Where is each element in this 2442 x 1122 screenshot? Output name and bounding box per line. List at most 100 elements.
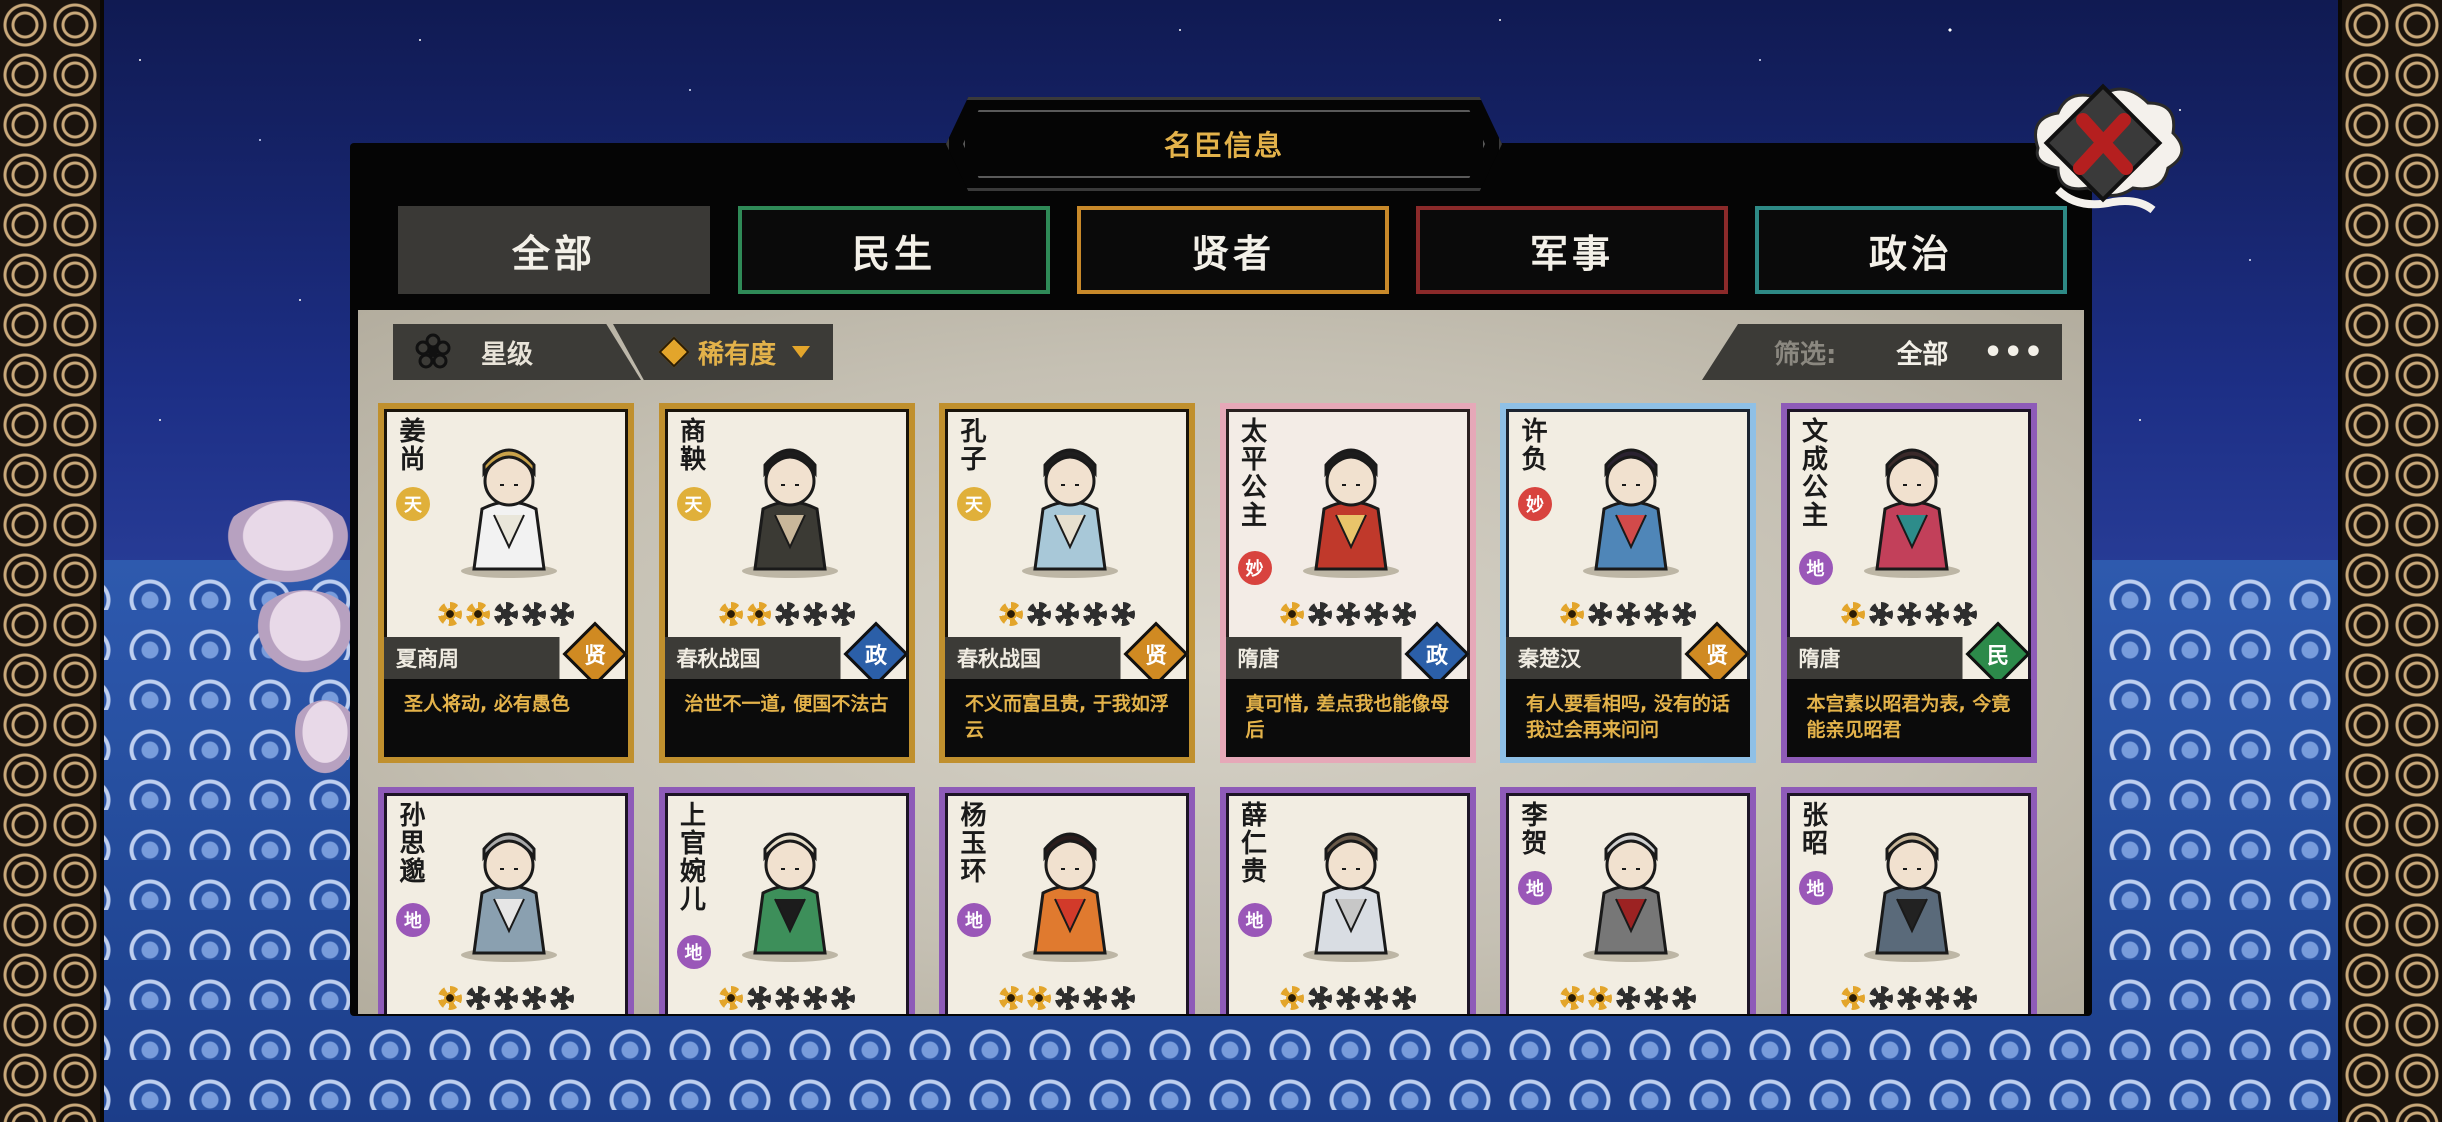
star-empty-icon [1896,986,1921,1010]
star-empty-icon [1672,986,1696,1010]
minister-card[interactable]: 杨玉环地 [939,787,1195,1014]
close-icon [2034,83,2184,214]
decorative-border-right [2338,0,2442,1122]
star-empty-icon [1083,986,1107,1010]
sort-by-star-button[interactable]: 星级 [393,324,641,380]
minister-name: 杨玉环 [956,801,986,885]
star-rating [384,602,628,626]
star-rating [384,986,628,1010]
star-filled-icon [438,986,462,1010]
minister-name: 薛仁贵 [1236,801,1267,885]
minister-quote: 圣人将动, 必有愚色 [384,679,628,757]
rarity-badge: 地 [676,935,711,969]
star-empty-icon [1868,986,1893,1010]
star-empty-icon [550,986,574,1010]
star-filled-icon [466,602,490,626]
star-empty-icon [1672,602,1696,626]
rarity-badge: 妙 [1518,487,1552,521]
star-empty-icon [1307,986,1332,1010]
star-empty-icon [802,986,827,1010]
star-empty-icon [1363,602,1388,626]
floating-island [218,500,358,590]
minister-name: 许负 [1517,417,1547,473]
minister-card[interactable]: 商鞅天春秋战国政治世不一道, 便国不法古 [658,403,915,763]
more-icon[interactable]: ••• [1983,335,2044,370]
tab-all[interactable]: 全部 [398,206,710,294]
rarity-badge: 地 [1798,551,1833,585]
rarity-badge: 地 [396,903,430,937]
star-rating [1787,602,2031,626]
tab-livelihood[interactable]: 民生 [738,206,1050,294]
minister-name: 孙思邈 [395,801,425,885]
minister-portrait [1022,448,1118,578]
minister-card[interactable]: 孔子天春秋战国贤不义而富且贵, 于我如浮云 [939,403,1195,763]
minister-quote: 真可惜, 差点我也能像母后 [1225,679,1470,757]
star-empty-icon [774,602,799,626]
minister-card[interactable]: 太平公主妙隋唐政真可惜, 差点我也能像母后 [1219,403,1476,763]
minister-portrait [1863,448,1960,578]
minister-card[interactable]: 许负妙秦楚汉贤有人要看相吗, 没有的话我过会再来问问 [1500,403,1756,763]
minister-name: 张昭 [1797,801,1828,857]
tab-military[interactable]: 军事 [1416,206,1728,294]
star-empty-icon [1924,986,1949,1010]
minister-card[interactable]: 上官婉儿地 [658,787,915,1014]
star-filled-icon [999,986,1023,1010]
minister-card[interactable]: 文成公主地隋唐民本宫素以昭君为表, 今竟能亲见昭君 [1780,403,2037,763]
minister-portrait [1863,832,1960,962]
minister-portrait [1583,448,1679,578]
star-filled-icon [746,602,771,626]
minister-portrait [1583,832,1679,962]
tab-label: 政治 [1868,231,1953,276]
minister-quote: 本宫素以昭君为表, 今竟能亲见昭君 [1786,679,2031,757]
minister-card[interactable]: 李贺地 [1500,787,1756,1014]
minister-card[interactable]: 孙思邈地 [378,787,634,1014]
star-empty-icon [1952,986,1977,1010]
filter-bar[interactable]: 筛选: 全部 ••• [1702,324,2062,380]
rarity-badge: 天 [957,487,991,521]
tab-sage[interactable]: 贤者 [1077,206,1389,294]
star-empty-icon [1055,986,1079,1010]
star-empty-icon [1616,986,1640,1010]
minister-card[interactable]: 姜尚天夏商周贤圣人将动, 必有愚色 [378,403,634,763]
star-empty-icon [1111,602,1135,626]
star-empty-icon [830,602,855,626]
star-filled-icon [1840,602,1865,626]
star-empty-icon [522,986,546,1010]
tab-politics[interactable]: 政治 [1755,206,2067,294]
sort-star-label: 星级 [481,339,534,370]
star-filled-icon [1560,602,1584,626]
minister-card[interactable]: 张昭地 [1780,787,2037,1014]
star-empty-icon [746,986,771,1010]
star-filled-icon [1027,986,1051,1010]
star-rating [1226,986,1470,1010]
minister-card[interactable]: 薛仁贵地 [1219,787,1476,1014]
star-rating [1506,986,1750,1010]
star-filled-icon [999,602,1023,626]
rarity-badge: 妙 [1237,551,1272,585]
flower-icon [415,333,451,369]
star-filled-icon [1560,986,1584,1010]
chevron-down-icon [792,346,811,358]
star-empty-icon [1952,602,1977,626]
minister-name: 李贺 [1517,801,1547,857]
star-empty-icon [1335,602,1360,626]
star-rating [945,986,1189,1010]
star-empty-icon [1335,986,1360,1010]
close-button[interactable] [2018,78,2188,218]
sort-by-rarity-button[interactable]: 稀有度 [613,324,833,380]
title-plate: 名臣信息 [946,97,1502,191]
star-filled-icon [1840,986,1865,1010]
star-empty-icon [1083,602,1107,626]
star-empty-icon [1924,602,1949,626]
star-empty-icon [830,986,855,1010]
minister-portrait [1302,832,1399,962]
rarity-badge: 地 [1798,871,1833,905]
star-empty-icon [774,986,799,1010]
star-filled-icon [718,602,743,626]
minister-portrait [1302,448,1399,578]
rarity-badge: 天 [676,487,711,521]
page-title: 名臣信息 [1163,129,1284,162]
tab-label: 民生 [851,231,936,276]
minister-quote: 治世不一道, 便国不法古 [664,679,909,757]
star-filled-icon [1588,986,1612,1010]
